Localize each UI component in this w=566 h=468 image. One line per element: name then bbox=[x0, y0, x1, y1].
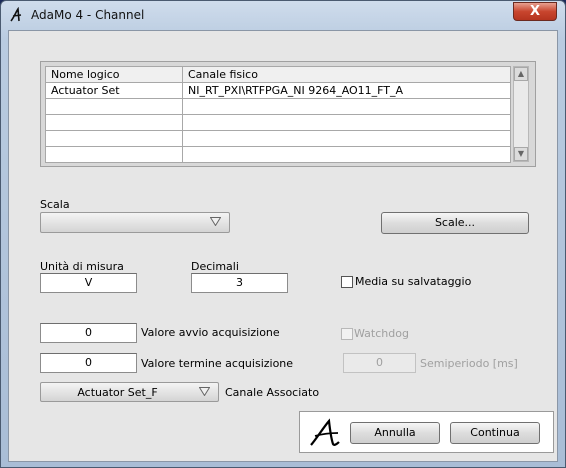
close-icon: X bbox=[529, 4, 541, 19]
dialog-window: AdaMo 4 - Channel X Nome logico Canale f… bbox=[0, 0, 566, 468]
channels-grid: Nome logico Canale fisico Actuator Set N… bbox=[40, 61, 536, 167]
table-row[interactable] bbox=[45, 130, 511, 147]
table-cell[interactable] bbox=[45, 130, 183, 147]
channels-table[interactable]: Nome logico Canale fisico Actuator Set N… bbox=[45, 66, 511, 163]
termine-input[interactable]: 0 bbox=[40, 353, 137, 373]
canale-associato-dropdown[interactable]: Actuator Set_F bbox=[40, 382, 219, 402]
canale-associato-value: Actuator Set_F bbox=[77, 386, 158, 399]
table-cell[interactable] bbox=[182, 130, 511, 147]
table-cell[interactable] bbox=[182, 114, 511, 131]
table-row[interactable] bbox=[45, 98, 511, 115]
adamo-logo bbox=[310, 418, 340, 446]
chevron-down-icon bbox=[199, 387, 210, 396]
adamo-logo-icon bbox=[10, 7, 22, 22]
table-scrollbar[interactable]: ▲ ▼ bbox=[513, 66, 529, 162]
table-cell[interactable] bbox=[45, 98, 183, 115]
scroll-up-icon[interactable]: ▲ bbox=[514, 67, 528, 81]
scala-label: Scala bbox=[40, 198, 70, 211]
table-row[interactable] bbox=[45, 146, 511, 163]
unita-input[interactable]: V bbox=[40, 273, 137, 293]
footer-panel: Annulla Continua bbox=[299, 411, 554, 453]
table-cell[interactable] bbox=[45, 146, 183, 163]
scala-dropdown[interactable] bbox=[40, 212, 230, 233]
termine-label: Valore termine acquisizione bbox=[141, 357, 294, 370]
media-checkbox[interactable] bbox=[341, 276, 353, 288]
table-row[interactable]: Actuator Set NI_RT_PXI\RTFPGA_NI 9264_AO… bbox=[45, 82, 511, 99]
cancel-button[interactable]: Annulla bbox=[350, 422, 440, 444]
table-cell[interactable] bbox=[182, 146, 511, 163]
table-row[interactable] bbox=[45, 114, 511, 131]
table-cell[interactable]: NI_RT_PXI\RTFPGA_NI 9264_AO11_FT_A bbox=[182, 82, 511, 99]
column-header-canale-fisico[interactable]: Canale fisico bbox=[182, 66, 511, 83]
media-label: Media su salvataggio bbox=[355, 275, 472, 288]
continue-button[interactable]: Continua bbox=[450, 422, 540, 444]
scroll-down-icon[interactable]: ▼ bbox=[514, 147, 528, 161]
watchdog-checkbox[interactable] bbox=[341, 328, 353, 340]
chevron-down-icon bbox=[210, 217, 221, 226]
window-title: AdaMo 4 - Channel bbox=[31, 8, 145, 22]
canale-associato-label: Canale Associato bbox=[225, 386, 320, 399]
table-cell[interactable] bbox=[182, 98, 511, 115]
avvio-input[interactable]: 0 bbox=[40, 323, 137, 343]
decimali-label: Decimali bbox=[191, 260, 239, 273]
title-bar[interactable]: AdaMo 4 - Channel X bbox=[1, 1, 565, 31]
column-header-nome-logico[interactable]: Nome logico bbox=[45, 66, 183, 83]
table-cell[interactable]: Actuator Set bbox=[45, 82, 183, 99]
table-header-row: Nome logico Canale fisico bbox=[45, 66, 511, 83]
scale-button[interactable]: Scale... bbox=[381, 212, 529, 234]
watchdog-label: Watchdog bbox=[354, 327, 409, 340]
avvio-label: Valore avvio acquisizione bbox=[141, 326, 280, 339]
decimali-input[interactable]: 3 bbox=[191, 273, 288, 293]
close-button[interactable]: X bbox=[513, 2, 557, 21]
unita-label: Unità di misura bbox=[40, 260, 124, 273]
table-cell[interactable] bbox=[45, 114, 183, 131]
semiperiodo-input[interactable]: 0 bbox=[343, 353, 416, 373]
dialog-client-area: Nome logico Canale fisico Actuator Set N… bbox=[8, 30, 558, 462]
semiperiodo-label: Semiperiodo [ms] bbox=[420, 357, 518, 370]
